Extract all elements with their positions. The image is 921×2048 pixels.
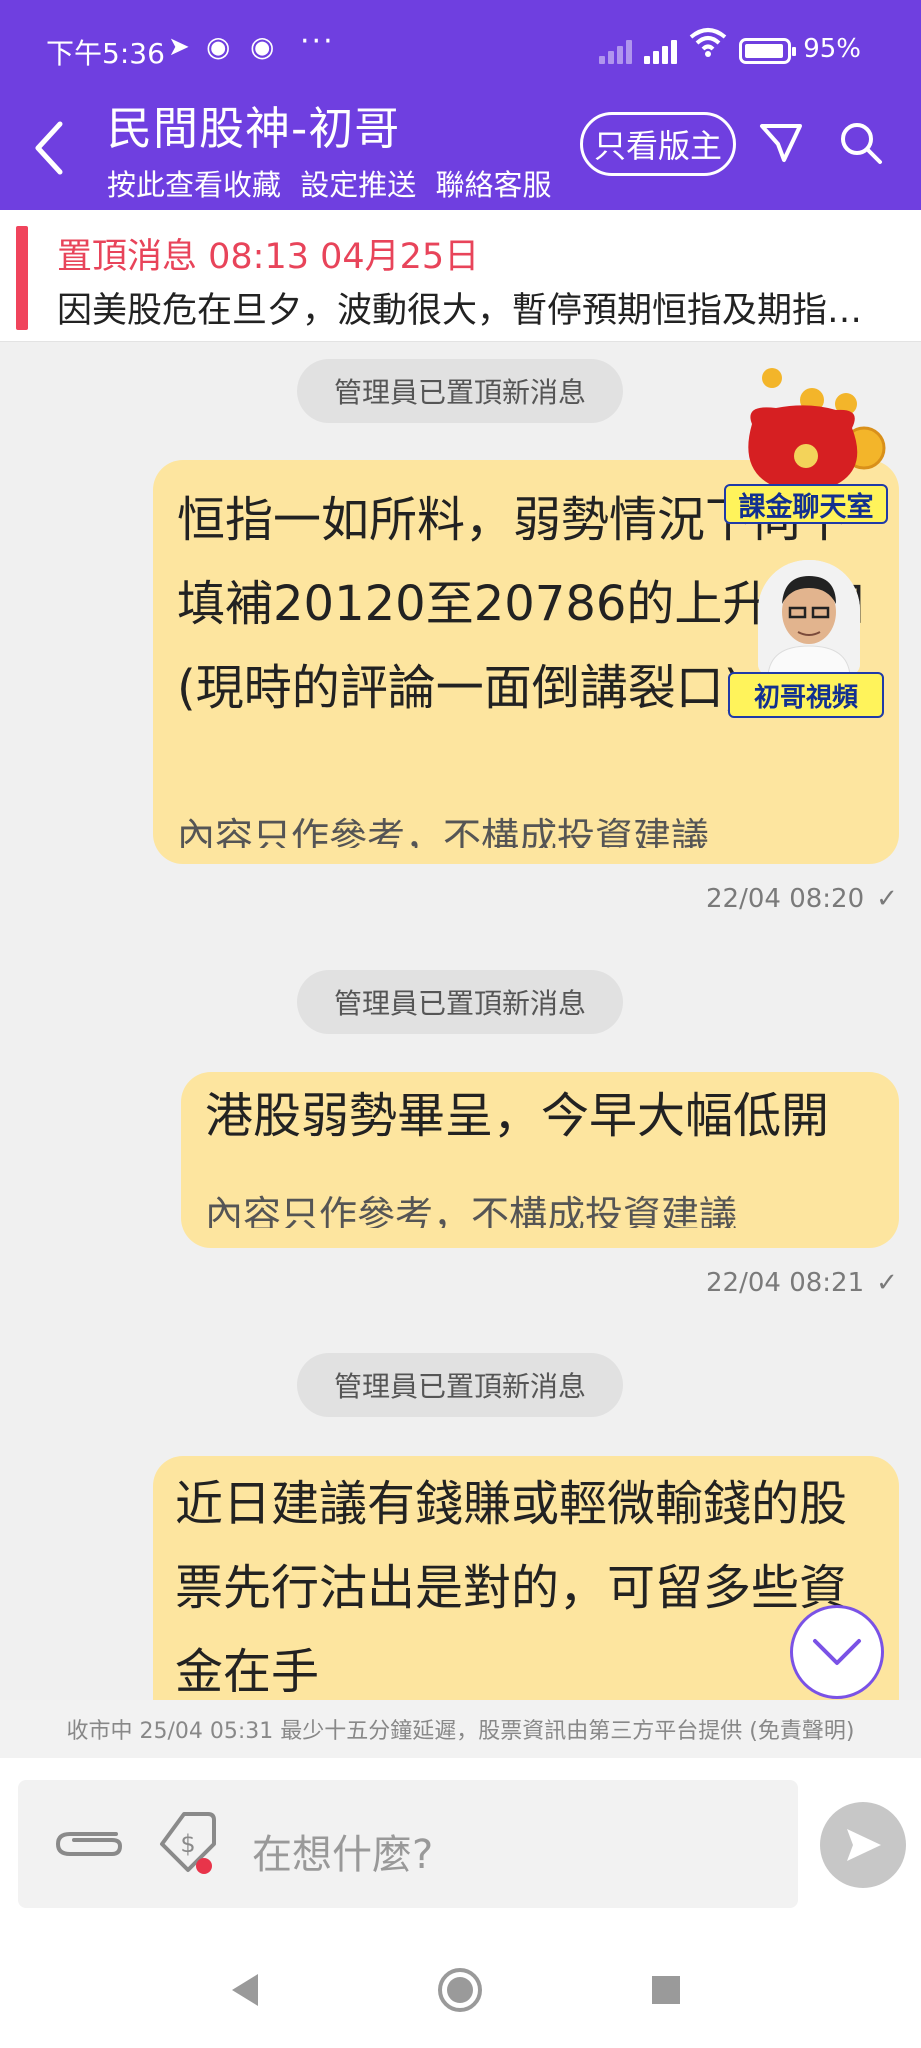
message-disclaimer: 內容只作參考，不構成投資建議 [205,1193,738,1228]
notification-icon: ◉ [206,30,231,63]
message-meta: 22/04 08:20 ✓ [706,884,898,914]
more-notifications-icon: ··· [300,24,335,59]
page-title: 民間股神-初哥 [107,102,401,155]
price-tag-icon[interactable]: $ [158,1810,218,1874]
notification-icon: ◉ [250,30,275,63]
push-settings-link[interactable]: 設定推送 [300,168,416,202]
back-arrow-icon[interactable] [28,118,68,178]
send-button[interactable] [820,1802,906,1888]
system-notice: 管理員已置頂新消息 [297,970,623,1034]
telegram-icon: ➤ [168,32,190,62]
send-icon [847,1829,881,1861]
video-tag[interactable]: 初哥視頻 [728,672,884,718]
message-time: 22/04 08:21 [706,1268,865,1298]
system-notice: 管理員已置頂新消息 [297,359,623,423]
message-meta: 22/04 08:21 ✓ [706,1268,898,1298]
filter-icon[interactable] [758,120,804,166]
battery-percent: 95% [803,34,861,64]
chat-screen: 下午5:36 ➤ ◉ ◉ ··· 95% 民間股神-初哥 按此查看收藏 設定推送… [0,0,921,2048]
app-header: 下午5:36 ➤ ◉ ◉ ··· 95% 民間股神-初哥 按此查看收藏 設定推送… [0,0,921,210]
message-text: 港股弱勢畢呈，今早大幅低開 [205,1088,830,1144]
nav-recents-icon[interactable] [640,1964,692,2016]
favorites-link[interactable]: 按此查看收藏 [107,168,281,202]
message-text: 近日建議有錢賺或輕微輸錢的股票先行沽出是對的，可留多些資金在手 [175,1476,848,1700]
status-time: 下午5:36 [46,37,165,70]
message-time: 22/04 08:20 [706,884,865,914]
owner-only-button[interactable]: 只看版主 [580,112,736,176]
attachment-icon[interactable] [50,1816,128,1872]
host-avatar[interactable] [758,560,860,676]
system-nav-bar [0,1934,921,2048]
nav-home-icon[interactable] [434,1964,486,2016]
paid-chatroom-tag[interactable]: 課金聊天室 [724,484,888,524]
nav-back-icon[interactable] [220,1964,272,2016]
message-bubble[interactable]: 港股弱勢畢呈，今早大幅低開 內容只作參考，不構成投資建議 [181,1072,899,1248]
status-icons: 95% [599,27,861,64]
message-disclaimer: 內容只作參考，不構成投資建議 [177,815,710,848]
message-input[interactable]: 在想什麼? [252,1822,433,1880]
chevron-down-icon [813,1639,861,1665]
signal-icon [644,38,678,64]
pinned-text: 因美股危在旦夕，波動很大，暫停預期恒指及期指… [57,291,863,331]
signal-icon [599,38,633,64]
customer-service-link[interactable]: 聯絡客服 [435,168,551,202]
pinned-message-banner[interactable]: 置頂消息 08:13 04月25日 因美股危在旦夕，波動很大，暫停預期恒指及期指… [0,210,921,342]
message-bubble[interactable]: 近日建議有錢賺或輕微輸錢的股票先行沽出是對的，可留多些資金在手 [153,1456,899,1700]
status-bar: 下午5:36 ➤ ◉ ◉ ··· 95% [0,24,921,72]
svg-text:$: $ [180,1830,195,1858]
read-check-icon: ✓ [876,884,898,914]
system-notice: 管理員已置頂新消息 [297,1353,623,1417]
search-icon[interactable] [838,120,884,166]
battery-icon [739,38,797,64]
message-composer: $ 在想什麼? [0,1758,921,1934]
pinned-label: 置頂消息 08:13 04月25日 [57,237,480,277]
read-check-icon: ✓ [876,1268,898,1298]
market-status-ticker[interactable]: 收市中 25/04 05:31 最少十五分鐘延遲，股票資訊由第三方平台提供 (免… [0,1700,921,1758]
pinned-accent-bar [16,226,28,330]
scroll-down-button[interactable] [790,1605,884,1699]
wifi-icon [689,27,727,64]
header-links: 按此查看收藏 設定推送 聯絡客服 [107,162,561,204]
